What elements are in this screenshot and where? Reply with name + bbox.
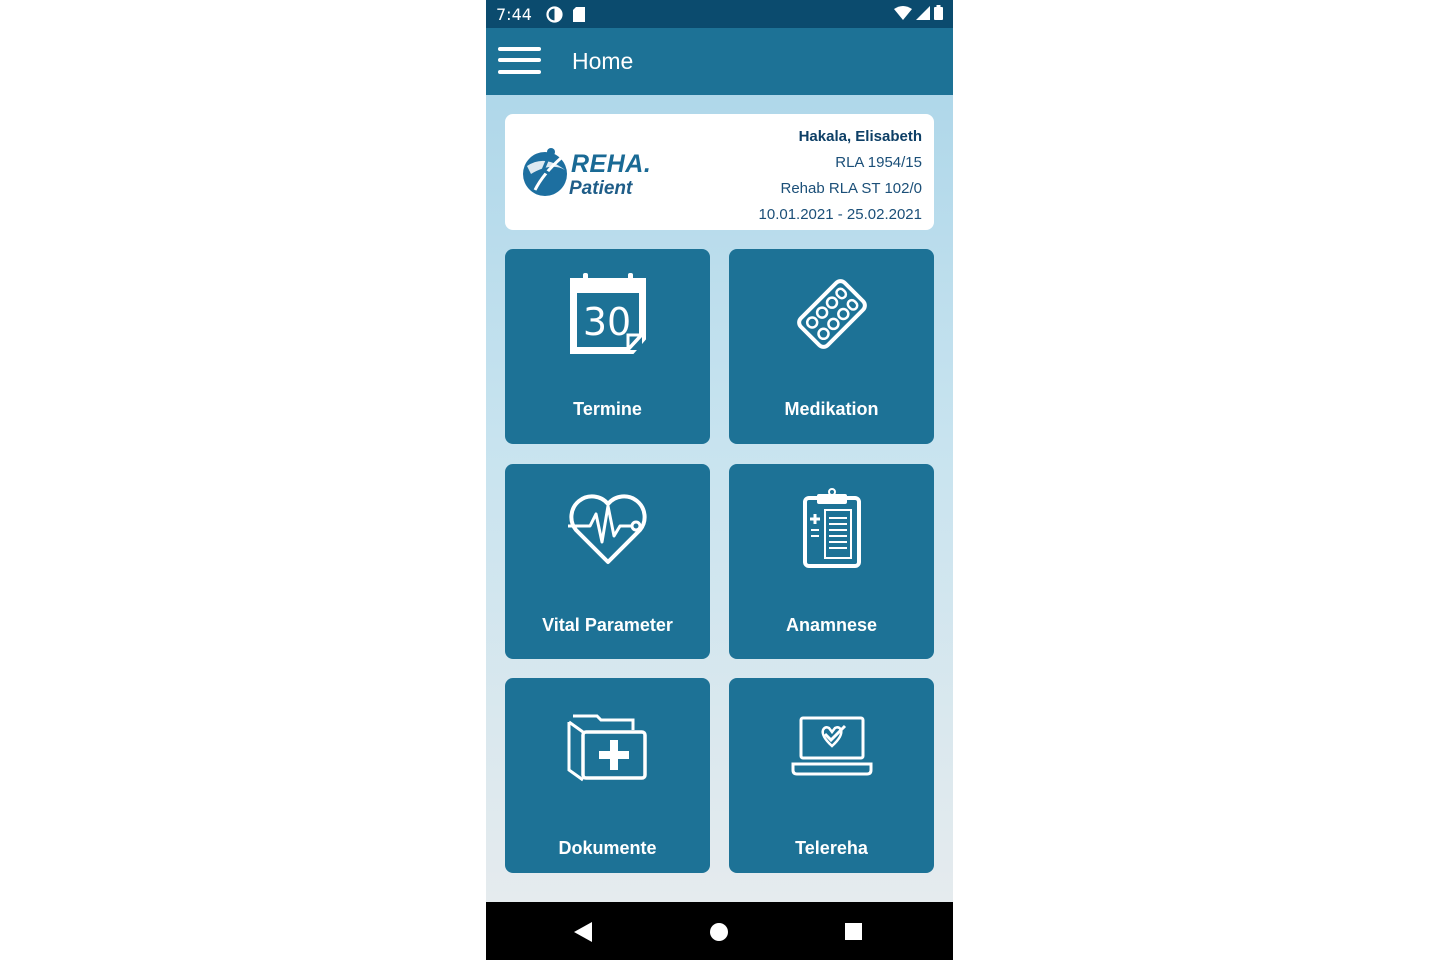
tile-termine[interactable]: 30 Termine [505,249,710,444]
home-circle-icon[interactable] [710,923,728,946]
medical-folder-icon [567,714,647,782]
hamburger-menu-icon[interactable] [498,45,542,77]
laptop-check-icon [791,716,872,776]
sd-card-icon [572,6,585,22]
tile-medikation[interactable]: Medikation [729,249,934,444]
tile-vital-parameter-label: Vital Parameter [542,615,673,635]
calendar-icon: 30 [569,273,646,354]
calendar-day-number: 30 [582,300,630,344]
patient-info-card: REHA. Patient Hakala, Elisabeth RLA 1954… [505,114,934,230]
app-bar: Home [486,28,953,95]
recents-square-icon[interactable] [845,923,862,945]
tile-dokumente[interactable]: Dokumente [505,678,710,873]
patient-name: Hakala, Elisabeth [798,128,922,145]
logo-text-patient: Patient [569,178,633,199]
status-time: 7:44 [496,4,532,24]
reha-patient-logo: REHA. Patient [521,144,661,202]
phone-screen: 7:44 Home REHA. Patient Hakala, Elisabet… [486,0,953,960]
tile-medikation-label: Medikation [784,399,879,419]
patient-station: Rehab RLA ST 102/0 [780,180,923,197]
signal-icon [916,5,930,24]
battery-icon [934,4,943,24]
tile-anamnese[interactable]: Anamnese [729,464,934,659]
tile-termine-label: Termine [573,399,642,419]
logo-text-reha: REHA. [571,150,652,178]
back-triangle-icon[interactable] [574,922,592,947]
patient-id: RLA 1954/15 [835,154,922,171]
pill-blister-icon [796,279,867,349]
status-bar: 7:44 [486,0,953,28]
patient-details: Hakala, Elisabeth RLA 1954/15 Rehab RLA … [759,124,922,228]
heart-pulse-icon [567,494,647,564]
data-saver-icon [546,5,563,23]
tile-telereha[interactable]: Telereha [729,678,934,873]
tile-dokumente-label: Dokumente [558,838,657,858]
clipboard-icon [802,488,861,568]
tile-telereha-label: Telereha [795,838,868,858]
tile-anamnese-label: Anamnese [785,615,878,635]
tile-vital-parameter[interactable]: Vital Parameter [505,464,710,659]
page-title: Home [572,48,634,74]
logo-emblem-icon [523,148,567,196]
stay-period: 10.01.2021 - 25.02.2021 [758,206,922,223]
wifi-icon [894,5,912,24]
system-nav-bar [486,902,953,960]
